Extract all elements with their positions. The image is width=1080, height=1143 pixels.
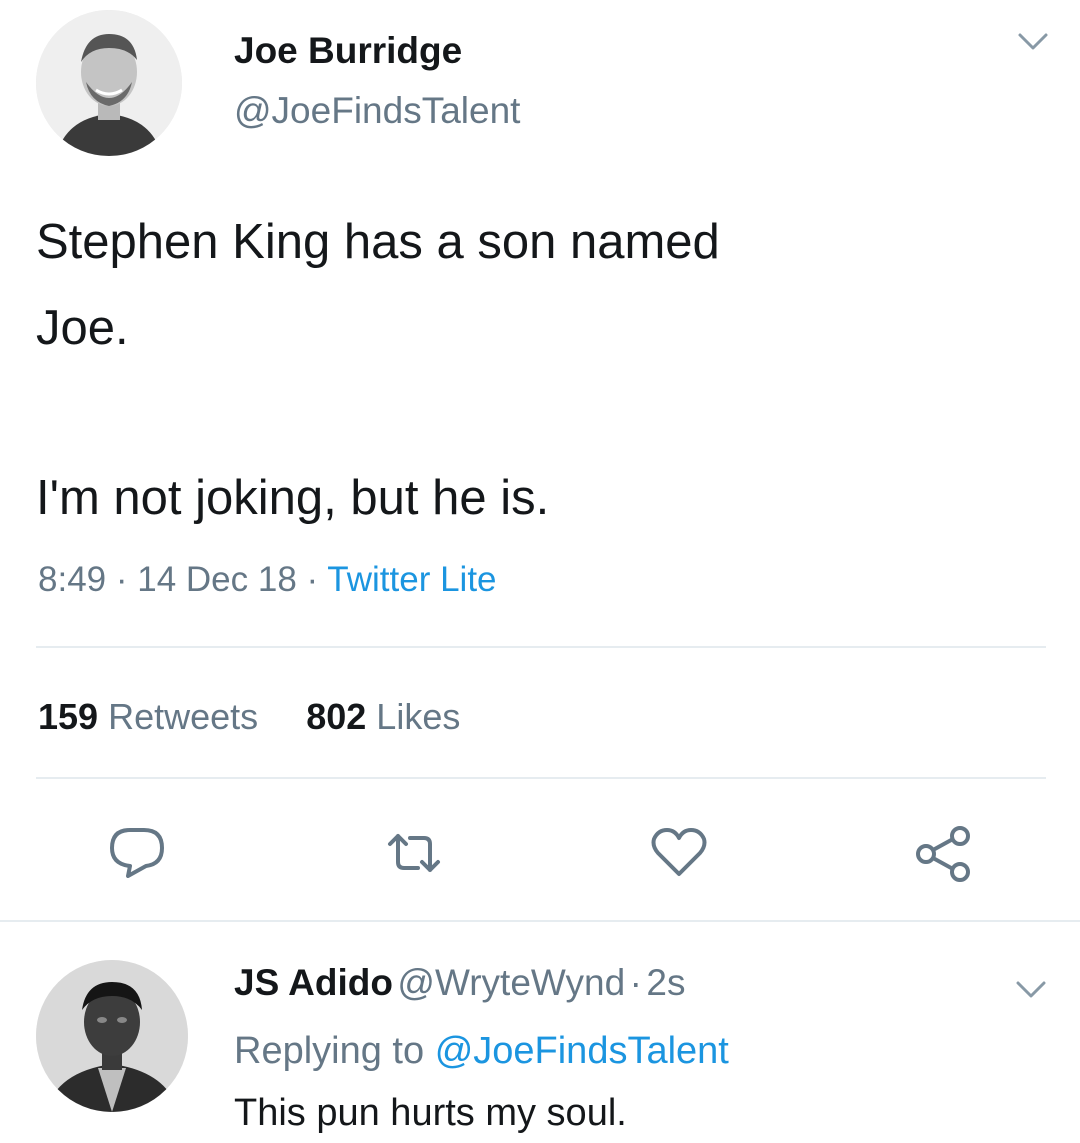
likes-count: 802: [306, 696, 367, 737]
retweet-icon[interactable]: [384, 830, 444, 876]
tweet-text-line: Joe.: [36, 301, 129, 355]
meta-separator: ·: [115, 560, 128, 599]
reply-icon[interactable]: [108, 826, 166, 878]
tweet-time[interactable]: 8:49: [38, 560, 106, 599]
replying-to-mention[interactable]: @JoeFindsTalent: [435, 1030, 729, 1072]
tweet-date[interactable]: 14 Dec 18: [137, 560, 297, 599]
tweet-text: Stephen King has a son named Joe. I'm no…: [36, 199, 1046, 541]
divider: [36, 646, 1046, 648]
author-handle[interactable]: @JoeFindsTalent: [234, 90, 520, 132]
meta-separator: ·: [306, 560, 319, 599]
heart-icon[interactable]: [650, 826, 708, 878]
tweet-text-line: Stephen King has a son named: [36, 215, 720, 269]
author-name[interactable]: Joe Burridge: [234, 30, 462, 72]
chevron-down-icon[interactable]: [1016, 30, 1050, 54]
reply-author-name[interactable]: JS Adido: [234, 962, 393, 1003]
retweets-count: 159: [38, 696, 99, 737]
retweets-stat[interactable]: 159 Retweets: [38, 696, 258, 737]
divider: [36, 777, 1046, 779]
reply-text: This pun hurts my soul.: [234, 1092, 627, 1134]
tweet-text-line: I'm not joking, but he is.: [36, 471, 550, 525]
reply-header: JS Adido @WryteWynd · 2s: [234, 962, 685, 1004]
tweet-stats: 159 Retweets 802 Likes: [38, 696, 460, 738]
share-icon[interactable]: [914, 826, 974, 882]
divider: [0, 920, 1080, 922]
author-avatar[interactable]: [36, 10, 182, 156]
replying-to: Replying to @JoeFindsTalent: [234, 1030, 729, 1073]
reply-age: 2s: [646, 962, 686, 1003]
tweet-meta: 8:49 · 14 Dec 18 · Twitter Lite: [38, 560, 497, 600]
reply-author-avatar[interactable]: [36, 960, 188, 1112]
likes-label: Likes: [376, 696, 461, 737]
chevron-down-icon[interactable]: [1014, 978, 1048, 1002]
tweet-source-link[interactable]: Twitter Lite: [327, 560, 496, 599]
retweets-label: Retweets: [108, 696, 259, 737]
meta-separator: ·: [629, 962, 642, 1003]
likes-stat[interactable]: 802 Likes: [306, 696, 460, 737]
reply-author-handle[interactable]: @WryteWynd: [397, 962, 625, 1003]
replying-to-label: Replying to: [234, 1030, 425, 1072]
